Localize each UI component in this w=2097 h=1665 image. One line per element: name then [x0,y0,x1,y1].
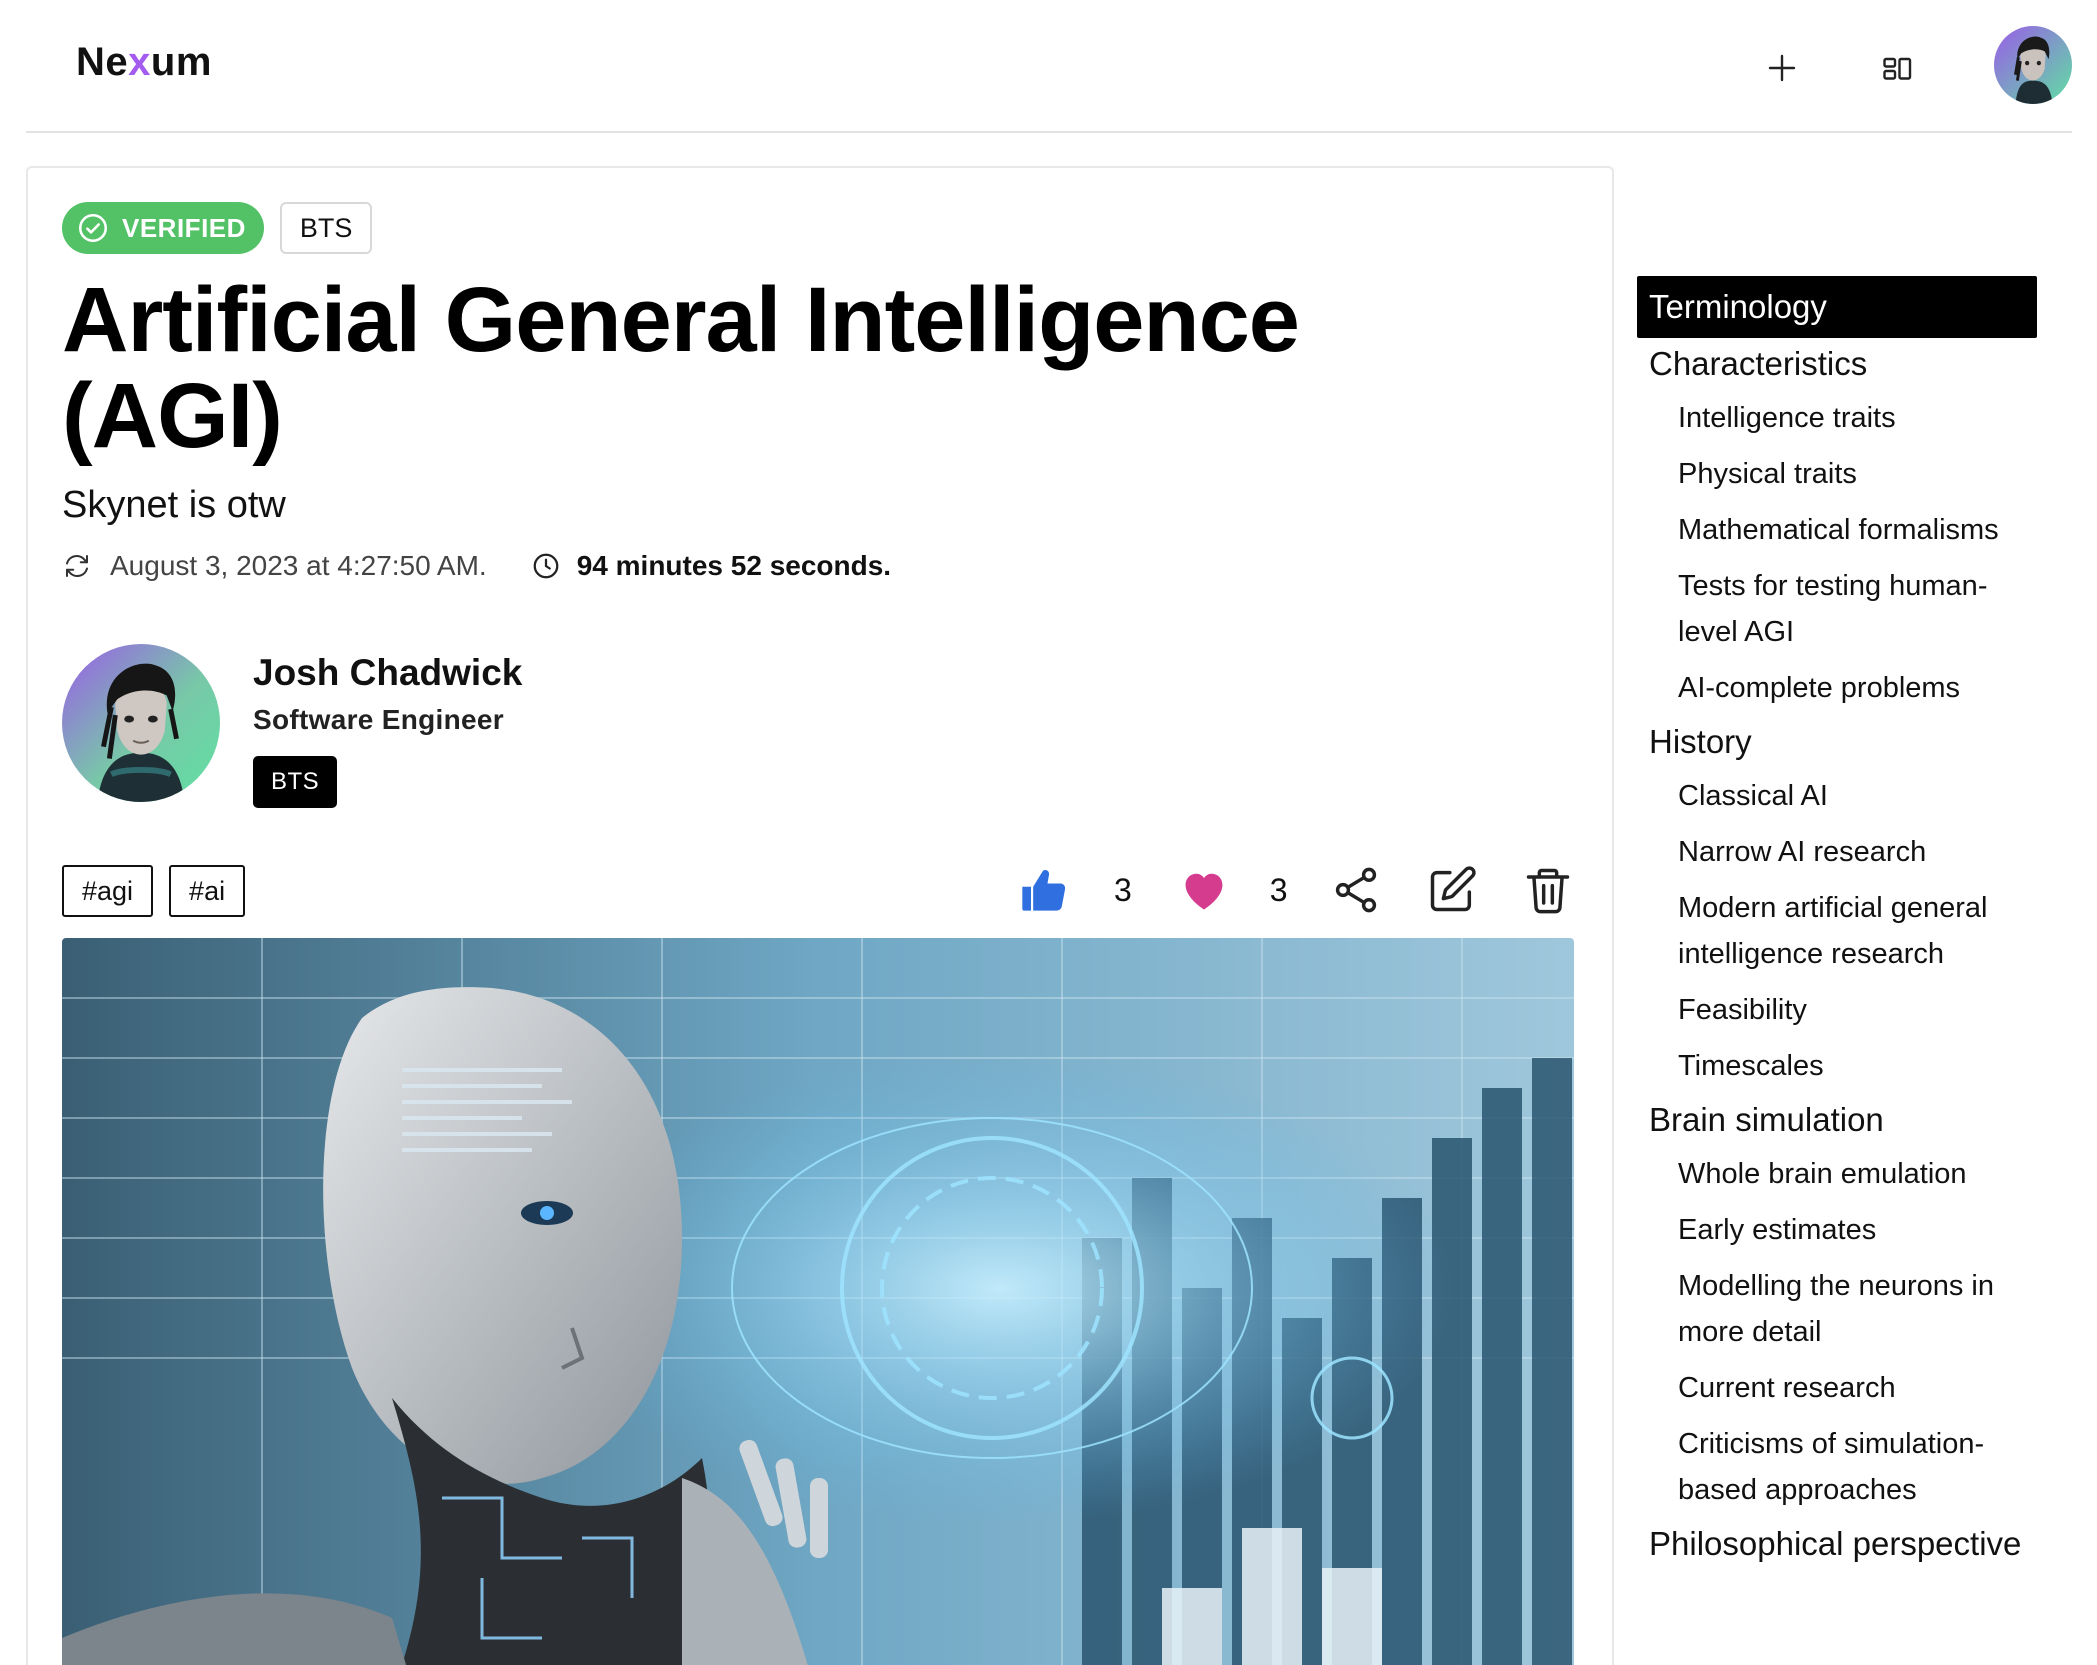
toc-item-early-estimates[interactable]: Early estimates [1637,1202,2037,1258]
like-button[interactable] [1018,864,1070,916]
edit-icon [1430,866,1476,912]
toc-item-characteristics[interactable]: Characteristics [1637,338,2037,390]
share-button[interactable] [1330,864,1382,916]
logo[interactable]: Nexum [76,40,212,85]
category-tag[interactable]: BTS [279,202,373,254]
delete-button[interactable] [1522,864,1574,916]
top-header: Nexum [26,0,2072,133]
avatar-image [1994,26,2072,104]
hashtag-agi[interactable]: #agi [62,865,154,917]
article-meta: August 3, 2023 at 4:27:50 AM. 94 minutes… [62,550,891,582]
article-hero-image [62,938,1574,1665]
author-badge: BTS [253,756,338,808]
author-role: Software Engineer [253,704,504,735]
hashtag-list: #agi #ai [62,865,246,917]
refresh-icon [66,555,88,577]
logo-accent: x [128,40,151,84]
logo-prefix: Ne [76,40,129,84]
like-count: 3 [1114,871,1132,908]
toc-item-history[interactable]: History [1637,716,2037,768]
verified-label: VERIFIED [122,212,246,243]
toc-item-terminology[interactable]: Terminology [1637,276,2037,338]
clock-icon [533,553,559,579]
plus-icon [1768,54,1796,82]
toc-item-brain-simulation[interactable]: Brain simulation [1637,1094,2037,1146]
toc-item-ai-complete-problems[interactable]: AI-complete problems [1637,660,2037,716]
trash-icon [1526,868,1569,914]
toc-item-tests-for-testing-human-level-agi[interactable]: Tests for testing human-level AGI [1637,558,2037,660]
favorite-button[interactable] [1178,864,1230,916]
hashtag-ai[interactable]: #ai [169,865,246,917]
article-subtitle: Skynet is otw [62,484,286,526]
toc-item-classical-ai[interactable]: Classical AI [1637,768,2037,824]
author-avatar[interactable] [62,644,220,802]
article-title: Artificial General Intelligence (AGI) [62,269,1300,467]
article-badges: VERIFIED BTS [62,202,373,254]
add-post-button[interactable] [1754,40,1810,96]
toc-item-current-research[interactable]: Current research [1637,1360,2037,1416]
toc-item-physical-traits[interactable]: Physical traits [1637,446,2037,502]
toc-item-timescales[interactable]: Timescales [1637,1038,2037,1094]
edit-button[interactable] [1426,864,1478,916]
toc-item-modelling-the-neurons-in-more-detail[interactable]: Modelling the neurons in more detail [1637,1258,2037,1360]
thumbs-up-icon [1022,870,1066,911]
toc-item-modern-artificial-general-intelligence-research[interactable]: Modern artificial general intelligence r… [1637,880,2037,982]
toc-item-feasibility[interactable]: Feasibility [1637,982,2037,1038]
updated-date: August 3, 2023 at 4:27:50 AM. [110,550,487,581]
toc-item-whole-brain-emulation[interactable]: Whole brain emulation [1637,1146,2037,1202]
verified-badge: VERIFIED [62,202,264,254]
article-card: VERIFIED BTS Artificial General Intellig… [26,166,1614,1665]
author-name[interactable]: Josh Chadwick [253,652,522,694]
toc-item-criticisms-of-simulation-based-approaches[interactable]: Criticisms of simulation-based approache… [1637,1416,2037,1518]
toc-item-narrow-ai-research[interactable]: Narrow AI research [1637,824,2037,880]
grid-icon [1883,57,1912,80]
heart-icon [1185,873,1223,910]
table-of-contents: Terminology Characteristics Intelligence t… [1637,276,2037,1570]
toc-item-intelligence-traits[interactable]: Intelligence traits [1637,390,2037,446]
toc-item-mathematical-formalisms[interactable]: Mathematical formalisms [1637,502,2037,558]
read-duration: 94 minutes 52 seconds. [576,550,892,581]
toc-item-philosophical-perspective[interactable]: Philosophical perspective [1637,1518,2037,1570]
heart-count: 3 [1269,871,1288,908]
dashboard-button[interactable] [1870,40,1926,96]
article-actions: 3 3 [1018,860,1574,920]
share-icon [1335,867,1376,913]
author-avatar-image [62,644,220,802]
user-avatar[interactable] [1994,26,2072,104]
check-circle-icon [78,213,108,243]
robot-illustration [62,938,1574,1665]
logo-suffix: um [150,40,212,84]
